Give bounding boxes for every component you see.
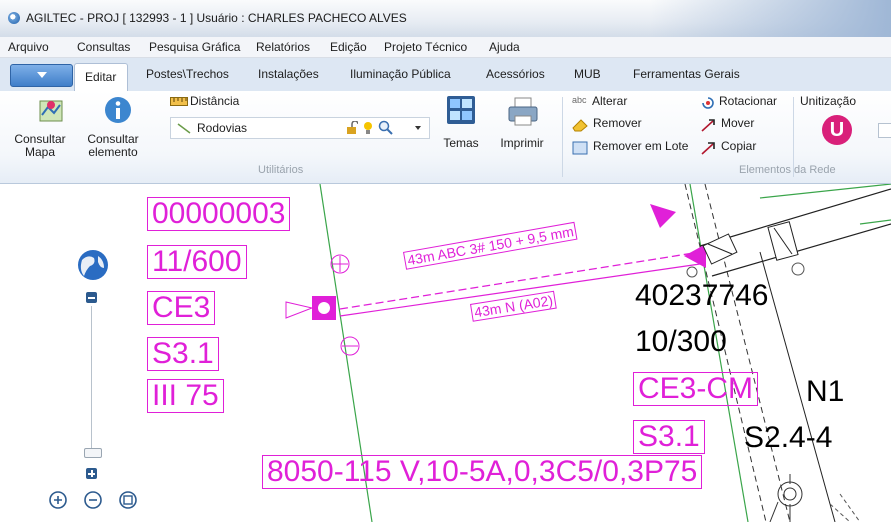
info-icon xyxy=(105,97,131,123)
eraser-icon xyxy=(572,119,588,132)
mover-label: Mover xyxy=(721,116,755,130)
rotacionar-label: Rotacionar xyxy=(719,94,778,108)
menu-edicao[interactable]: Edição xyxy=(330,40,367,54)
tab-acessorios[interactable]: Acessórios xyxy=(486,67,545,81)
group-separator xyxy=(793,97,794,177)
temas-label: Temas xyxy=(443,136,479,150)
layer-select-value: Rodovias xyxy=(197,121,248,135)
batch-remove-icon xyxy=(572,141,588,155)
tab-mub[interactable]: MUB xyxy=(574,67,601,81)
map-canvas[interactable]: 43m ABC 3# 150 + 9,5 mm 43m N (A02) 0000… xyxy=(0,184,891,522)
chevron-down-icon xyxy=(37,72,47,78)
road-line-icon xyxy=(177,123,191,134)
rotate-icon xyxy=(702,97,714,109)
mover-button[interactable]: Mover xyxy=(700,116,770,134)
zoom-out-icon[interactable] xyxy=(83,490,103,510)
themes-icon xyxy=(447,96,475,124)
zoom-slider-track[interactable] xyxy=(91,306,92,456)
tab-instalacoes[interactable]: Instalações xyxy=(258,67,319,81)
pole-lighting-label: III 75 xyxy=(147,379,224,413)
menu-ajuda[interactable]: Ajuda xyxy=(489,40,520,54)
utilitarios-group-label: Utilitários xyxy=(258,164,304,176)
rotacionar-button[interactable]: Rotacionar xyxy=(700,94,790,112)
minus-icon xyxy=(88,297,95,299)
tab-editar[interactable]: Editar xyxy=(74,63,128,91)
chevron-down-icon[interactable] xyxy=(415,126,421,130)
existing-pole-code: 40237746 xyxy=(635,279,769,312)
window-title: AGILTEC - PROJ [ 132993 - 1 ] Usuário : … xyxy=(26,11,407,25)
remover-em-lote-button[interactable]: Remover em Lote xyxy=(572,139,690,157)
distancia-label: Distância xyxy=(190,94,240,108)
zoom-in-small-button[interactable] xyxy=(86,468,97,479)
pole-structure-label: CE3 xyxy=(147,291,216,325)
zoom-layer-icon[interactable] xyxy=(378,120,393,135)
plus-icon-vertical xyxy=(91,470,93,477)
ribbon-tabs: Editar Postes\Trechos Instalações Ilumin… xyxy=(0,58,891,92)
consultar-mapa-line2: Mapa xyxy=(24,145,56,159)
unitizacao-checkbox[interactable] xyxy=(878,123,891,138)
elementos-da-rede-group-label: Elementos da Rede xyxy=(739,164,836,176)
distancia-button[interactable]: Distância xyxy=(170,94,250,110)
lightbulb-icon[interactable] xyxy=(363,121,373,135)
menu-pesquisa-grafica[interactable]: Pesquisa Gráfica xyxy=(149,40,240,54)
pole-code-label: 00000003 xyxy=(147,197,291,231)
transformer-spec-label: 8050-115 V,10-5A,0,3C5/0,3P75 xyxy=(262,455,703,489)
move-icon xyxy=(701,119,715,132)
globe-icon[interactable] xyxy=(76,248,110,282)
layer-select[interactable]: Rodovias xyxy=(170,117,430,139)
tab-editar-label: Editar xyxy=(85,70,117,84)
zoom-out-small-button[interactable] xyxy=(86,292,97,303)
remover-em-lote-label: Remover em Lote xyxy=(593,139,689,153)
existing-pole-height: 10/300 xyxy=(635,325,727,358)
structure-code-label: S2.4-4 xyxy=(744,421,833,454)
title-bar: AGILTEC - PROJ [ 132993 - 1 ] Usuário : … xyxy=(0,0,891,37)
unitizacao-label: Unitização xyxy=(800,94,857,108)
pole-structure-label-2: CE3-CM xyxy=(633,372,759,406)
imprimir-label: Imprimir xyxy=(500,136,544,150)
zoom-in-icon[interactable] xyxy=(48,490,68,510)
alterar-label: Alterar xyxy=(592,94,628,108)
temas-button[interactable]: Temas xyxy=(438,95,484,161)
tab-iluminacao-publica[interactable]: Iluminação Pública xyxy=(350,67,451,81)
consultar-elemento-button[interactable]: Consultar elemento xyxy=(78,93,148,161)
application-menu-button[interactable] xyxy=(10,64,73,87)
consultar-elemento-line2: elemento xyxy=(88,145,138,159)
copy-icon xyxy=(701,142,715,155)
imprimir-button[interactable]: Imprimir xyxy=(494,95,550,161)
alterar-button[interactable]: abc Alterar xyxy=(572,94,652,112)
menu-consultas[interactable]: Consultas xyxy=(77,40,130,54)
menu-bar: Arquivo Consultas Pesquisa Gráfica Relat… xyxy=(0,37,891,58)
menu-arquivo[interactable]: Arquivo xyxy=(8,40,49,54)
consultar-mapa-button[interactable]: Consultar Mapa xyxy=(8,93,76,161)
pole-s-label-2: S3.1 xyxy=(633,420,705,454)
neutral-label: N1 xyxy=(806,375,845,408)
pole-height-label: 11/600 xyxy=(147,245,247,279)
unitizacao-button[interactable]: U xyxy=(822,115,852,145)
abc-icon: abc xyxy=(572,95,587,105)
zoom-extent-icon[interactable] xyxy=(118,490,138,510)
remover-label: Remover xyxy=(593,116,642,130)
title-bar-shade xyxy=(650,0,891,37)
zoom-slider-handle[interactable] xyxy=(84,448,102,458)
remover-button[interactable]: Remover xyxy=(572,116,662,134)
ruler-icon xyxy=(170,97,188,106)
lock-open-icon[interactable] xyxy=(346,121,358,134)
ribbon-panel: Consultar Mapa Consultar elemento Distân… xyxy=(0,91,891,184)
copiar-label: Copiar xyxy=(721,139,757,153)
group-separator xyxy=(562,97,563,177)
pole-s-label: S3.1 xyxy=(147,337,219,371)
app-icon xyxy=(8,12,20,24)
menu-projeto-tecnico[interactable]: Projeto Técnico xyxy=(384,40,467,54)
map-query-icon xyxy=(39,100,63,122)
copiar-button[interactable]: Copiar xyxy=(700,139,770,157)
menu-relatorios[interactable]: Relatórios xyxy=(256,40,310,54)
tab-postes-trechos[interactable]: Postes\Trechos xyxy=(146,67,229,81)
tab-ferramentas-gerais[interactable]: Ferramentas Gerais xyxy=(633,67,740,81)
printer-icon xyxy=(508,97,538,126)
